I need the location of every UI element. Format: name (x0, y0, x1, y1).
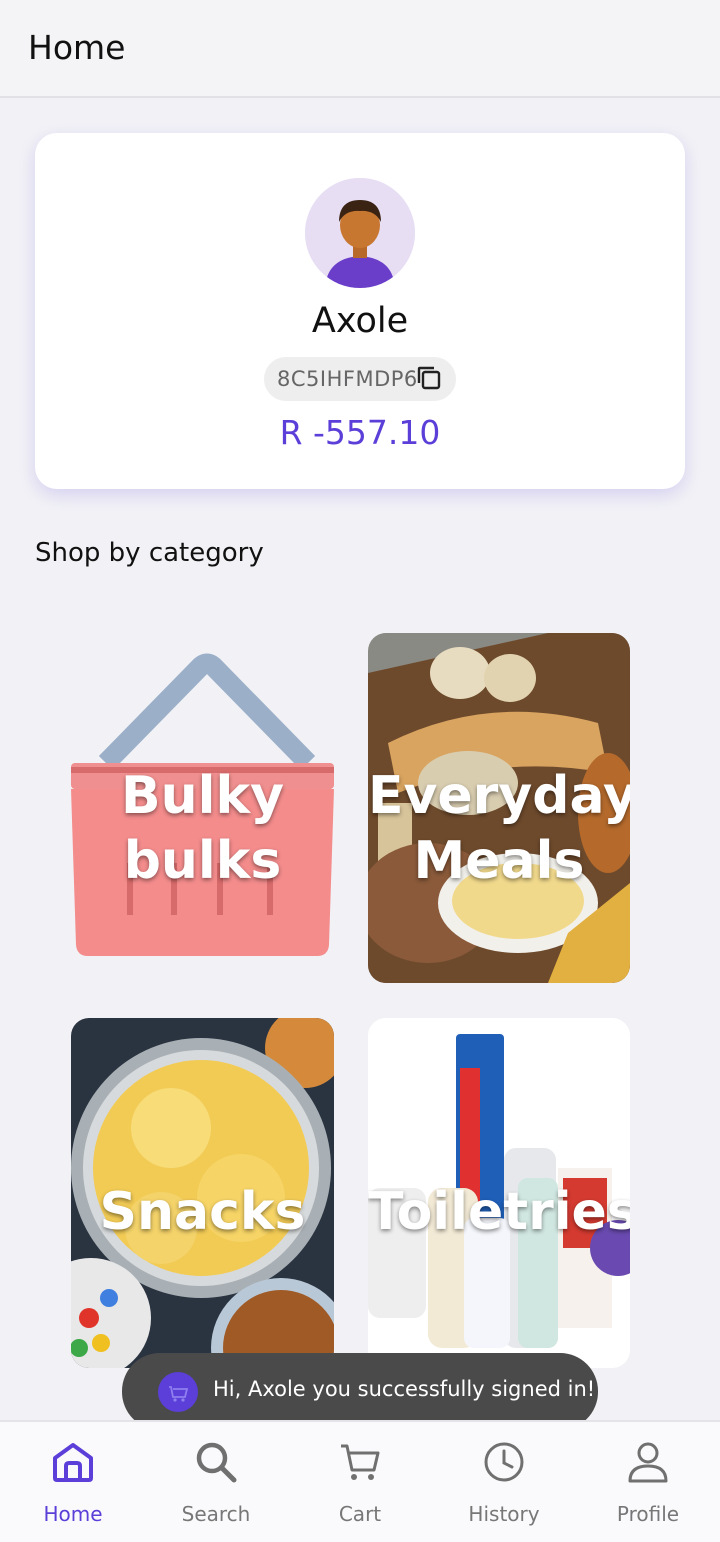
profile-icon (628, 1442, 668, 1483)
app-bar: Home (0, 0, 720, 98)
nav-home[interactable]: Home (1, 1422, 145, 1542)
nav-label-search: Search (181, 1502, 251, 1526)
category-everyday-meals[interactable]: Everyday Meals (368, 633, 630, 983)
nav-label-history: History (468, 1502, 540, 1526)
user-code: 8C5IHFMDP6 (277, 367, 418, 391)
nav-label-profile: Profile (616, 1502, 680, 1526)
signin-toast: Hi, Axole you successfully signed in! (122, 1353, 598, 1430)
user-code-pill[interactable]: 8C5IHFMDP6 (264, 357, 456, 401)
nav-history[interactable]: History (432, 1422, 576, 1542)
bottom-nav: Home Search Cart History Profile (0, 1420, 720, 1542)
category-label: Toiletries (368, 1182, 630, 1242)
toast-message: Hi, Axole you successfully signed in! (213, 1377, 596, 1401)
account-balance: R -557.10 (279, 413, 441, 452)
profile-card: Axole 8C5IHFMDP6 R -557.10 (35, 133, 685, 489)
nav-cart[interactable]: Cart (288, 1422, 432, 1542)
nav-profile[interactable]: Profile (576, 1422, 720, 1542)
person-avatar-icon (305, 178, 415, 288)
nav-search[interactable]: Search (144, 1422, 288, 1542)
copy-icon[interactable] (416, 365, 442, 391)
category-toiletries[interactable]: Toiletries (368, 1018, 630, 1368)
nav-label-cart: Cart (338, 1502, 382, 1526)
category-snacks[interactable]: Snacks (71, 1018, 334, 1368)
app-logo-icon (158, 1372, 198, 1412)
section-title: Shop by category (35, 538, 264, 568)
page-title: Home (28, 28, 126, 67)
user-name: Axole (311, 301, 409, 341)
history-icon (484, 1442, 524, 1482)
nav-label-home: Home (43, 1502, 103, 1526)
cart-icon (341, 1444, 380, 1480)
home-icon (53, 1443, 93, 1482)
category-label: Meals (413, 831, 585, 891)
search-icon (196, 1442, 237, 1483)
category-bulky-bulks[interactable]: Bulky bulks (71, 633, 334, 983)
category-label: Snacks (99, 1182, 306, 1242)
category-label: Everyday (368, 766, 630, 826)
category-label: Bulky (121, 766, 284, 826)
category-label: bulks (123, 831, 282, 891)
